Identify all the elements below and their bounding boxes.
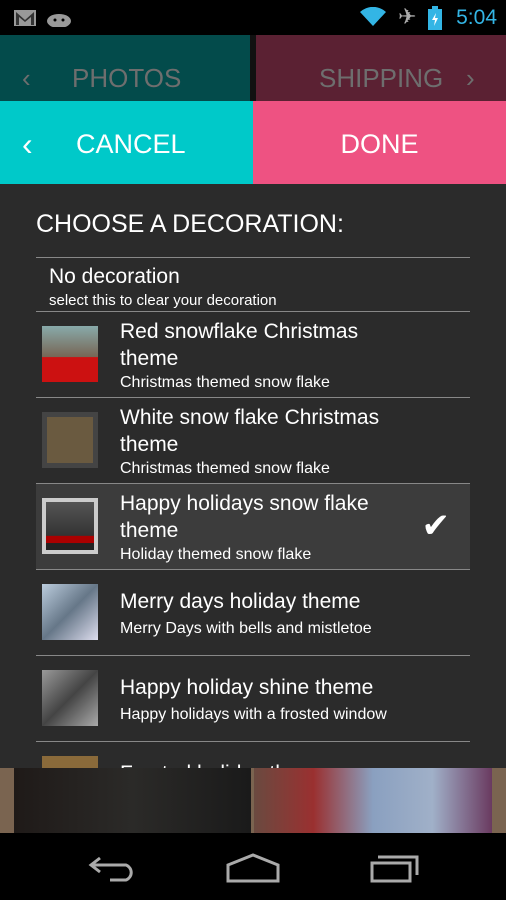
home-icon[interactable] — [226, 853, 280, 883]
theme-thumbnail — [42, 498, 98, 554]
item-title: Red snowflake Christmas theme — [120, 320, 359, 370]
list-item[interactable]: Red snowflake Christmas theme Christmas … — [36, 312, 470, 398]
battery-charging-icon — [428, 6, 442, 30]
list-item[interactable]: White snow flake Christmas theme Christm… — [36, 398, 470, 484]
item-subtitle: Christmas themed snow flake — [120, 374, 330, 391]
photo-preview-strip — [0, 768, 506, 833]
checkmark-icon: ✔ — [421, 507, 451, 545]
wifi-icon — [360, 7, 386, 26]
list-item-no-decoration[interactable]: No decoration select this to clear your … — [36, 258, 470, 312]
clock: 5:04 — [456, 6, 497, 29]
list-item[interactable]: Merry days holiday theme Merry Days with… — [36, 570, 470, 656]
tab-shipping[interactable]: SHIPPING › — [256, 35, 506, 101]
decoration-dialog: CHOOSE A DECORATION: No decoration selec… — [0, 184, 506, 768]
dialog-title: CHOOSE A DECORATION: — [36, 210, 344, 238]
item-subtitle: Christmas themed snow flake — [120, 460, 330, 477]
theme-thumbnail — [42, 756, 98, 768]
cancel-label: CANCEL — [76, 129, 186, 159]
item-title: Merry days holiday theme — [120, 590, 361, 613]
cancel-button[interactable]: ‹ CANCEL — [0, 101, 253, 184]
item-subtitle: Happy holidays with a frosted window — [120, 706, 387, 723]
theme-thumbnail — [42, 326, 98, 382]
navigation-bar — [0, 833, 506, 900]
item-title: White snow flake Christmas theme — [120, 406, 380, 456]
item-title: Happy holidays snow flake theme — [120, 492, 369, 542]
photo-preview — [254, 768, 492, 833]
android-icon — [47, 14, 71, 27]
list-item[interactable]: Frosted holiday theme — [36, 742, 470, 768]
item-subtitle: select this to clear your decoration — [49, 292, 277, 309]
chevron-left-icon: ‹ — [22, 126, 33, 162]
list-item-selected[interactable]: Happy holidays snow flake theme Holiday … — [36, 484, 470, 570]
theme-thumbnail — [42, 412, 98, 468]
item-title: No decoration — [49, 265, 180, 288]
item-subtitle: Holiday themed snow flake — [120, 546, 312, 563]
theme-thumbnail — [42, 584, 98, 640]
status-bar: ✈ 5:04 — [0, 0, 506, 35]
item-title: Happy holiday shine theme — [120, 676, 374, 699]
tab-photos[interactable]: ‹ PHOTOS — [0, 35, 250, 101]
gmail-icon — [14, 10, 36, 26]
airplane-icon: ✈ — [398, 4, 417, 29]
item-subtitle: Merry Days with bells and mistletoe — [120, 620, 372, 637]
list-item[interactable]: Happy holiday shine theme Happy holidays… — [36, 656, 470, 742]
photo-preview — [14, 768, 251, 833]
recent-apps-icon[interactable] — [370, 853, 420, 883]
decoration-list[interactable]: No decoration select this to clear your … — [36, 257, 470, 768]
done-button[interactable]: DONE — [253, 101, 506, 184]
item-title: Frosted holiday theme — [120, 760, 420, 768]
theme-thumbnail — [42, 670, 98, 726]
back-icon[interactable] — [88, 855, 138, 883]
step-tabs: ‹ PHOTOS SHIPPING › — [0, 35, 506, 101]
